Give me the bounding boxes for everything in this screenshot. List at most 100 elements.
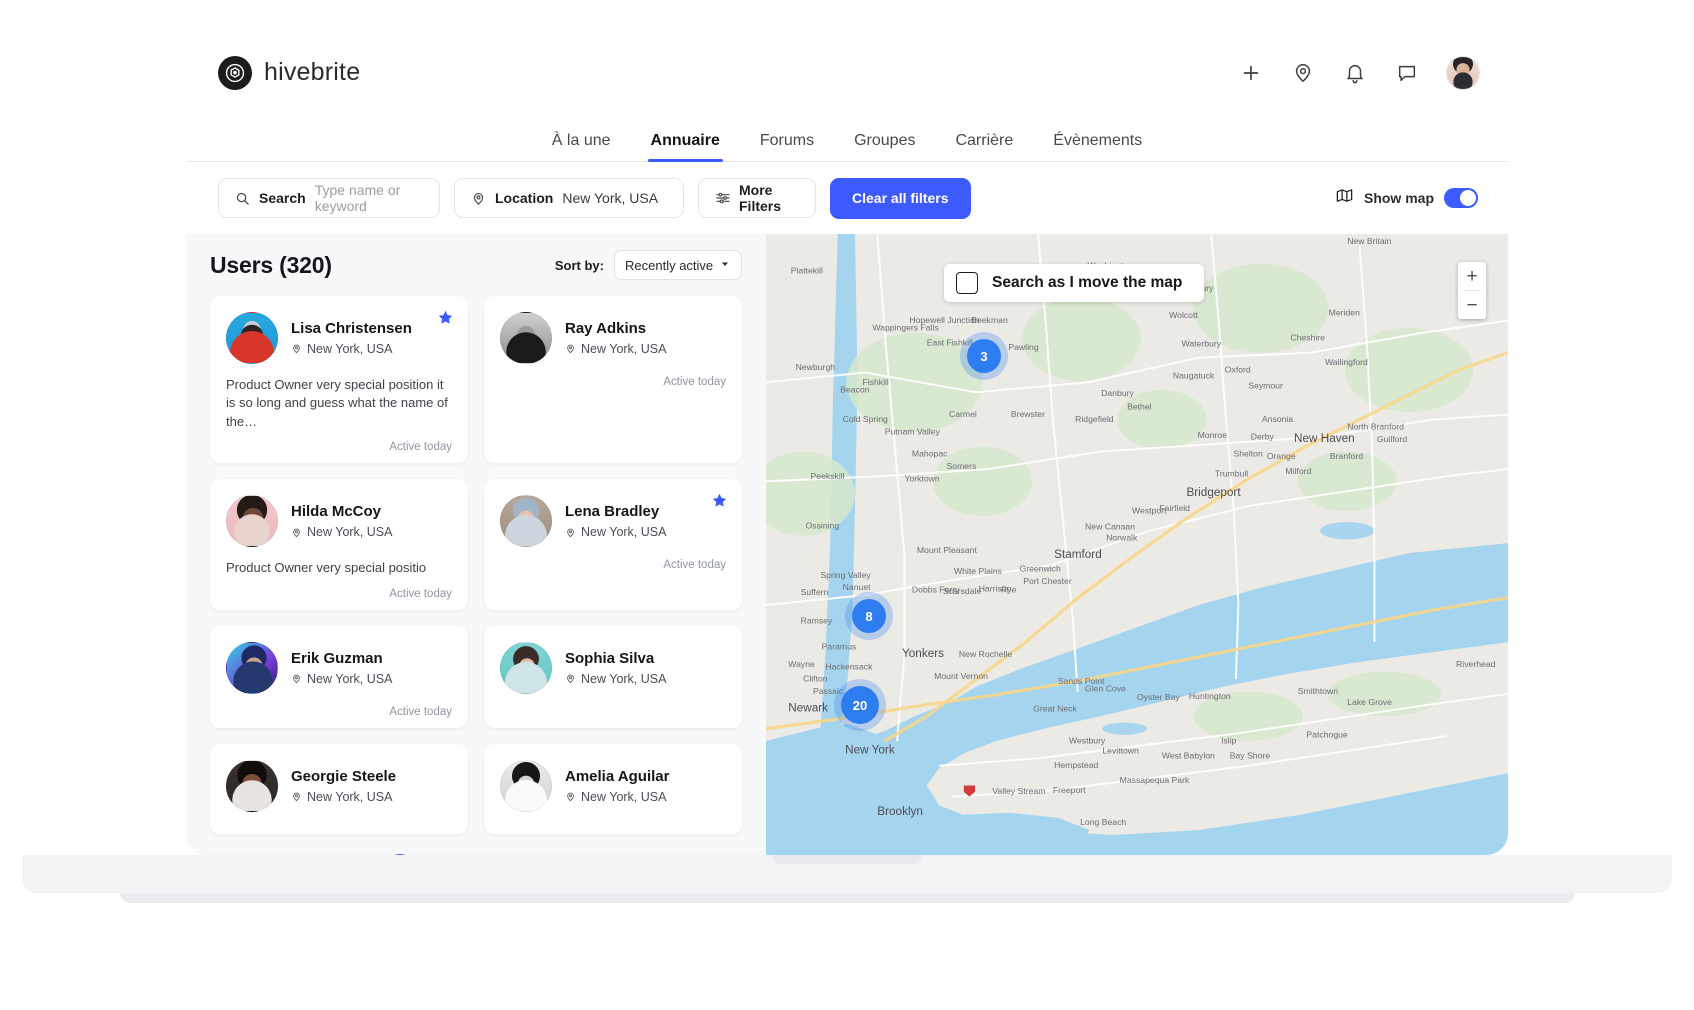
map-pane[interactable]: New Britain Meriden Cheshire Wallingford Wat…	[766, 234, 1508, 855]
svg-text:Mount Vernon: Mount Vernon	[934, 671, 988, 681]
user-location: New York, USA	[565, 790, 669, 804]
user-avatar[interactable]	[1446, 55, 1480, 90]
svg-text:Lake Grove: Lake Grove	[1347, 697, 1392, 707]
user-active-status: Active today	[389, 587, 452, 600]
search-as-i-move-checkbox[interactable]	[956, 272, 978, 294]
zoom-in-button[interactable]: +	[1458, 262, 1486, 290]
location-pin-icon[interactable]	[1290, 60, 1316, 86]
user-active-status: Active today	[663, 376, 726, 388]
svg-text:Plattekill: Plattekill	[791, 266, 823, 276]
user-active-status: Active today	[389, 441, 452, 454]
user-card[interactable]: Lena Bradley New York, USA Active today	[484, 479, 742, 610]
pagination-page-1[interactable]: 1	[385, 853, 415, 855]
svg-text:Suffern: Suffern	[801, 587, 829, 597]
user-card[interactable]: Amelia Aguilar New York, USA	[484, 743, 742, 834]
more-filters-label: More Filters	[739, 182, 782, 214]
avatar	[500, 759, 552, 812]
list-header: Users (320) Sort by: Recently active	[210, 234, 742, 296]
svg-text:Putnam Valley: Putnam Valley	[885, 426, 941, 436]
avatar	[500, 312, 552, 364]
user-location-text: New York, USA	[307, 525, 393, 540]
search-as-i-move-panel[interactable]: Search as I move the map	[944, 264, 1205, 302]
svg-text:Riverhead: Riverhead	[1456, 659, 1496, 669]
map-cluster-marker[interactable]: 20	[841, 686, 879, 724]
svg-text:Cold Spring: Cold Spring	[843, 414, 888, 424]
notifications-bell-icon[interactable]	[1342, 60, 1368, 86]
user-card[interactable]: Georgie Steele New York, USA	[210, 743, 468, 834]
svg-text:Freeport: Freeport	[1053, 785, 1086, 795]
svg-text:Yonkers: Yonkers	[902, 647, 944, 660]
svg-text:Wallingford: Wallingford	[1325, 357, 1368, 367]
search-input[interactable]: Search Type name or keyword	[218, 178, 440, 218]
svg-text:New York: New York	[845, 743, 895, 756]
sort-control: Sort by: Recently active	[555, 250, 742, 280]
avatar	[226, 495, 278, 548]
sort-select[interactable]: Recently active	[614, 250, 742, 280]
user-card[interactable]: Sophia Silva New York, USA	[484, 625, 742, 728]
filter-sliders-icon	[715, 190, 731, 206]
user-card-header: Sophia Silva New York, USA	[500, 641, 726, 694]
user-card-header: Amelia Aguilar New York, USA	[500, 759, 726, 812]
svg-text:Brooklyn: Brooklyn	[877, 805, 923, 818]
tab-groupes[interactable]: Groupes	[854, 132, 915, 161]
svg-text:Nanuet: Nanuet	[843, 582, 871, 592]
more-filters-button[interactable]: More Filters	[698, 178, 816, 218]
svg-text:Islip: Islip	[1221, 736, 1237, 746]
tab-forums[interactable]: Forums	[760, 132, 814, 161]
location-input[interactable]: Location New York, USA	[454, 178, 684, 218]
svg-text:Glen Cove: Glen Cove	[1085, 684, 1126, 694]
favorite-star-icon[interactable]	[711, 492, 728, 514]
svg-text:Milford: Milford	[1285, 466, 1311, 476]
svg-text:Hopewell Junction: Hopewell Junction	[909, 315, 979, 325]
svg-text:Waterbury: Waterbury	[1182, 339, 1222, 349]
user-card[interactable]: Lisa Christensen New York, USA Product O…	[210, 296, 468, 464]
user-location: New York, USA	[291, 790, 396, 804]
user-card-header: Lena Bradley New York, USA	[500, 495, 726, 548]
brand-logo[interactable]: hivebrite	[218, 55, 360, 90]
user-location-text: New York, USA	[307, 671, 393, 686]
favorite-star-icon[interactable]	[437, 309, 454, 331]
user-card[interactable]: Erik Guzman New York, USA Active today	[210, 625, 468, 728]
pagination-page-3[interactable]: 3	[469, 854, 491, 855]
tab-a-la-une[interactable]: À la une	[552, 132, 611, 161]
user-location: New York, USA	[291, 525, 392, 539]
user-card-header: Hilda McCoy New York, USA	[226, 495, 452, 548]
user-location-text: New York, USA	[581, 341, 667, 356]
svg-text:Trumbull: Trumbull	[1215, 468, 1248, 478]
svg-text:New Haven: New Haven	[1294, 432, 1355, 445]
add-icon[interactable]	[1238, 60, 1264, 86]
tab-evenements[interactable]: Évènements	[1053, 132, 1142, 161]
users-grid: Lisa Christensen New York, USA Product O…	[210, 296, 742, 834]
user-name: Ray Adkins	[565, 320, 647, 338]
pagination-page-15[interactable]: 15	[545, 854, 567, 855]
svg-text:Naugatuck: Naugatuck	[1173, 371, 1215, 381]
svg-text:Bay Shore: Bay Shore	[1230, 750, 1271, 760]
main-nav-tabs: À la une Annuaire Forums Groupes Carrièr…	[186, 115, 1508, 162]
map-cluster-marker[interactable]: 3	[967, 339, 1001, 373]
user-name: Amelia Aguilar	[565, 767, 670, 785]
svg-text:Valley Stream: Valley Stream	[992, 786, 1045, 796]
svg-text:Greenwich: Greenwich	[1020, 564, 1061, 574]
user-location-text: New York, USA	[307, 341, 393, 356]
clear-all-filters-button[interactable]: Clear all filters	[830, 177, 971, 219]
map-cluster-marker[interactable]: 8	[852, 599, 886, 633]
search-label: Search	[259, 190, 306, 206]
user-card-header: Erik Guzman New York, USA	[226, 641, 452, 694]
pagination-page-2[interactable]: 2	[431, 854, 453, 855]
tab-carriere[interactable]: Carrière	[955, 132, 1013, 161]
sort-by-label: Sort by:	[554, 257, 604, 273]
svg-text:Carmel: Carmel	[949, 409, 977, 419]
user-card[interactable]: Ray Adkins New York, USA Active today	[484, 296, 742, 464]
map-labels: New Britain Meriden Cheshire Wallingford Wat…	[788, 236, 1496, 827]
svg-text:Westbury: Westbury	[1069, 736, 1106, 746]
svg-text:Passaic: Passaic	[813, 686, 844, 696]
user-card-header: Ray Adkins New York, USA	[500, 312, 726, 364]
location-pin-icon	[471, 191, 486, 206]
user-card[interactable]: Hilda McCoy New York, USA Product Owner …	[210, 479, 468, 610]
zoom-out-button[interactable]: −	[1458, 291, 1486, 319]
svg-text:Great Neck: Great Neck	[1033, 703, 1077, 713]
show-map-toggle[interactable]	[1444, 188, 1478, 208]
avatar	[500, 641, 552, 694]
messages-icon[interactable]	[1394, 60, 1420, 86]
tab-annuaire[interactable]: Annuaire	[647, 132, 724, 162]
